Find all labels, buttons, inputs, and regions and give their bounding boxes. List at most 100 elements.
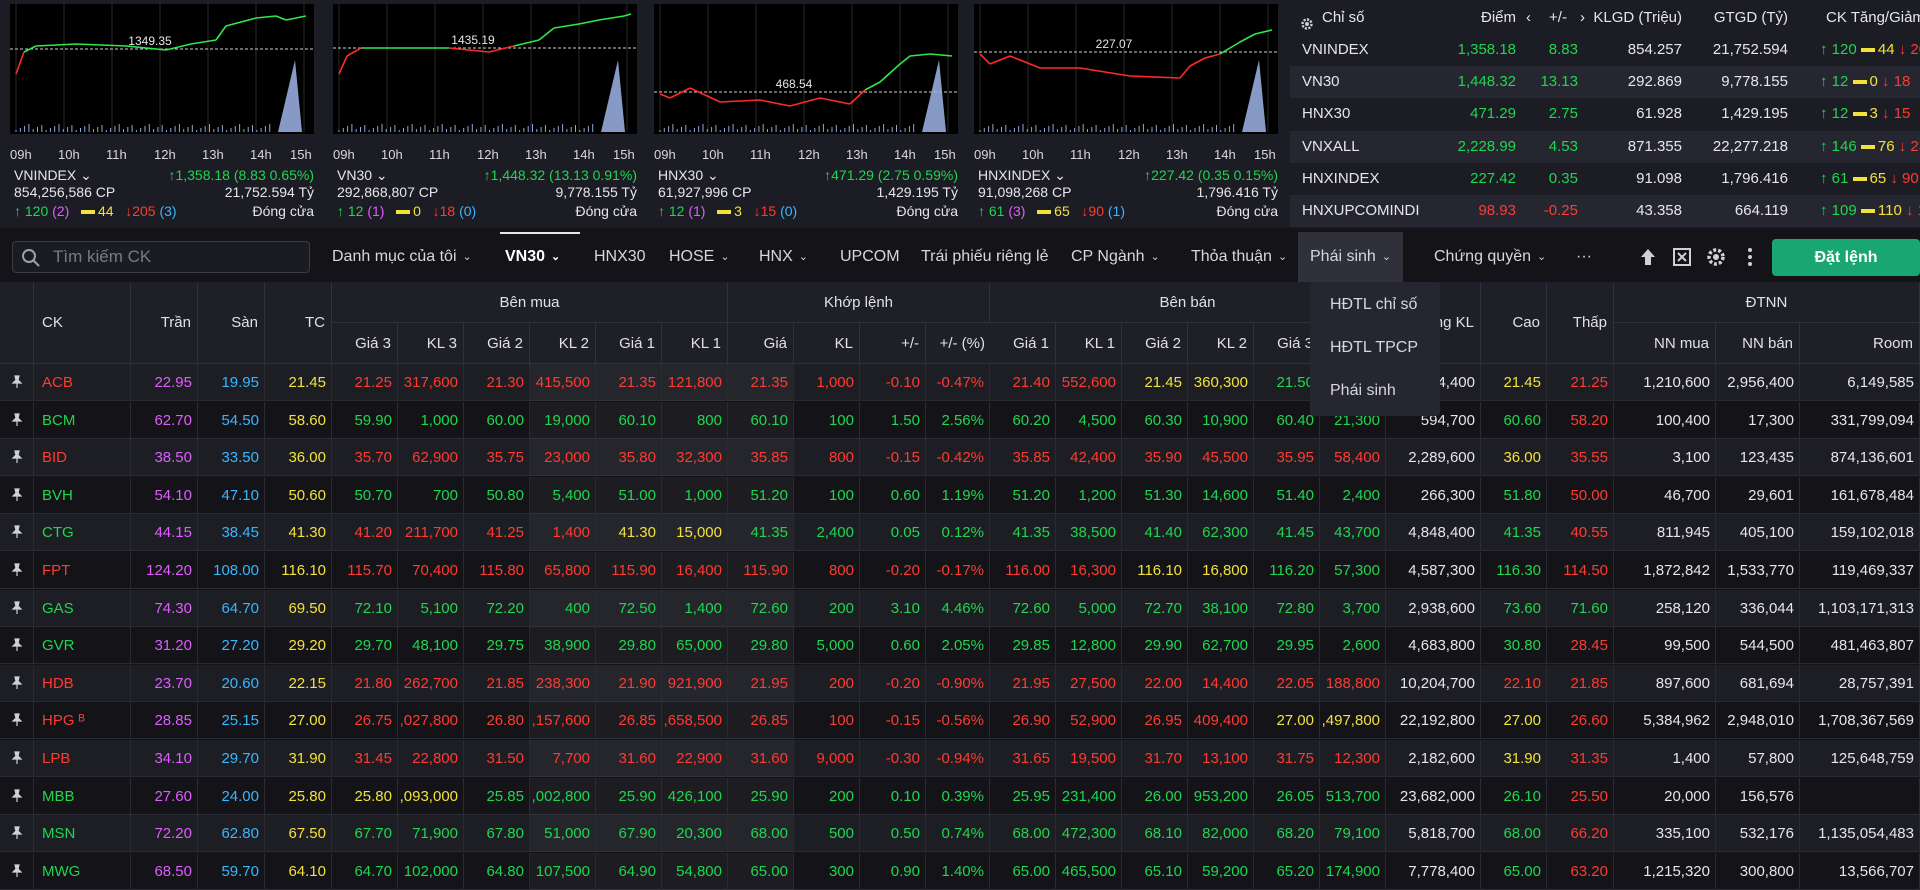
- symbol-cell[interactable]: CTG: [34, 514, 131, 552]
- price-cell: -0.20: [860, 664, 926, 702]
- tab-10[interactable]: Chứng quyền ⌄: [1434, 232, 1546, 282]
- pin-icon[interactable]: [10, 751, 24, 765]
- symbol-cell[interactable]: FPT: [34, 552, 131, 589]
- pin-icon[interactable]: [10, 638, 24, 652]
- index-value: 1,796.416 Tỷ: [1196, 184, 1278, 200]
- pin-cell[interactable]: [0, 740, 34, 777]
- pin-cell[interactable]: [0, 552, 34, 589]
- tab-3[interactable]: HOSE ⌄: [669, 232, 730, 282]
- symbol-cell[interactable]: HPG ᴮ: [34, 702, 131, 740]
- pin-icon[interactable]: [10, 563, 24, 577]
- index-table-row[interactable]: VNXALL 2,228.99 4.53 871.355 22,277.218 ↑ 146…: [1290, 130, 1920, 163]
- index-table-row[interactable]: VNINDEX 1,358.18 8.83 854.257 21,752.594 ↑ 12…: [1290, 34, 1920, 66]
- table-row[interactable]: MWG 68.50 59.70 64.10 64.70 102,000 64.80 107,5…: [0, 852, 1920, 890]
- dropdown-item-derivatives[interactable]: Phái sinh: [1330, 382, 1396, 400]
- table-row[interactable]: LPB 34.10 29.70 31.90 31.45 22,800 31.50 7,700 3…: [0, 740, 1920, 777]
- pin-cell[interactable]: [0, 664, 34, 702]
- symbol-cell[interactable]: BID: [34, 439, 131, 477]
- pin-cell[interactable]: [0, 476, 34, 514]
- symbol-cell[interactable]: HDB: [34, 664, 131, 702]
- table-row[interactable]: ACB 22.95 19.95 21.45 21.25 317,600 21.30 415,5…: [0, 364, 1920, 401]
- tab-7[interactable]: CP Ngành ⌄: [1071, 232, 1160, 282]
- pin-icon[interactable]: [10, 525, 24, 539]
- search-input[interactable]: [53, 246, 293, 268]
- table-row[interactable]: GAS 74.30 64.70 69.50 72.10 5,100 72.20 400 72.5…: [0, 589, 1920, 627]
- dropdown-item-bond-futures[interactable]: HĐTL TPCP: [1330, 339, 1418, 357]
- header-value: GTGD (Tỷ): [1713, 9, 1788, 26]
- pin-cell[interactable]: [0, 777, 34, 815]
- pin-icon[interactable]: [10, 450, 24, 464]
- pin-cell[interactable]: [0, 364, 34, 401]
- symbol-cell[interactable]: BVH: [34, 476, 131, 514]
- pin-cell[interactable]: [0, 815, 34, 853]
- chevron-left-icon[interactable]: ‹: [1526, 2, 1531, 34]
- symbol-cell[interactable]: GVR: [34, 627, 131, 665]
- index-chart-card[interactable]: 1349.35 09h 10h 11h 12h 13h 14h 15h VNINDEX ⌄ ↑1,…: [4, 4, 320, 226]
- table-row[interactable]: MBB 27.60 24.00 25.80 25.80,093,000 25.85,002…: [0, 777, 1920, 815]
- table-row[interactable]: HPG ᴮ 28.85 25.15 27.00 26.75,027,800 26.80,1…: [0, 702, 1920, 740]
- table-row[interactable]: BID 38.50 33.50 36.00 35.70 62,900 35.75 23,000…: [0, 439, 1920, 477]
- index-table-row[interactable]: HNX30 471.29 2.75 61.928 1,429.195 ↑ 12 3 ↓ 1…: [1290, 98, 1920, 130]
- pin-icon[interactable]: [10, 676, 24, 690]
- index-name[interactable]: HNXINDEX ⌄: [978, 167, 1066, 184]
- pin-cell[interactable]: [0, 514, 34, 552]
- tab-8[interactable]: Thỏa thuận ⌄: [1191, 232, 1287, 282]
- arrow-up-icon[interactable]: [1637, 246, 1659, 268]
- index-chart-card[interactable]: 1435.19 09h 10h 11h 12h 13h 14h 15h VN30 ⌄ ↑1,448…: [327, 4, 643, 226]
- table-row[interactable]: MSN 72.20 62.80 67.50 67.70 71,900 67.80 51,000…: [0, 815, 1920, 853]
- tab-2[interactable]: HNX30: [594, 232, 646, 282]
- index-name[interactable]: VNINDEX ⌄: [14, 167, 92, 184]
- pin-icon[interactable]: [10, 826, 24, 840]
- symbol-cell[interactable]: GAS: [34, 589, 131, 627]
- index-chart-card[interactable]: 227.07 09h 10h 11h 12h 13h 14h 15h HNXINDEX ⌄ ↑22…: [968, 4, 1284, 226]
- tab-1[interactable]: VN30 ⌄: [505, 232, 560, 282]
- pin-icon[interactable]: [10, 600, 24, 615]
- index-table-row[interactable]: VN30 1,448.32 13.13 292.869 9,778.155 ↑ 12 0 …: [1290, 66, 1920, 99]
- place-order-button[interactable]: Đặt lệnh: [1772, 239, 1920, 276]
- pin-cell[interactable]: [0, 852, 34, 890]
- table-row[interactable]: HDB 23.70 20.60 22.15 21.80 262,700 21.85 238,3…: [0, 664, 1920, 702]
- price-cell: 35.85: [990, 439, 1056, 477]
- price-cell: 6,149,585: [1800, 364, 1920, 401]
- table-row[interactable]: CTG 44.15 38.45 41.30 41.20 211,700 41.25 1,400…: [0, 514, 1920, 552]
- tab-11[interactable]: ···: [1576, 232, 1592, 282]
- symbol-cell[interactable]: MWG: [34, 852, 131, 890]
- gear-icon[interactable]: [1705, 246, 1727, 268]
- tab-5[interactable]: UPCOM: [840, 232, 900, 282]
- pin-icon[interactable]: [10, 713, 24, 727]
- table-row[interactable]: BVH 54.10 47.10 50.60 50.70 700 50.80 5,400 51.0…: [0, 476, 1920, 514]
- tab-9[interactable]: Phái sinh ⌄: [1298, 232, 1404, 282]
- gear-icon[interactable]: [1300, 11, 1314, 30]
- chevron-right-icon[interactable]: ›: [1580, 2, 1585, 34]
- symbol-cell[interactable]: ACB: [34, 364, 131, 401]
- table-row[interactable]: GVR 31.20 27.20 29.20 29.70 48,100 29.75 38,900…: [0, 627, 1920, 665]
- dropdown-item-index-futures[interactable]: HĐTL chỉ số: [1330, 296, 1417, 314]
- symbol-cell[interactable]: MSN: [34, 815, 131, 853]
- search-box[interactable]: [12, 241, 310, 273]
- pin-cell[interactable]: [0, 401, 34, 439]
- index-name[interactable]: VN30 ⌄: [337, 167, 388, 184]
- pin-icon[interactable]: [10, 412, 24, 427]
- chevron-down-icon: ⌄: [798, 251, 808, 263]
- table-row[interactable]: BCM 62.70 54.50 58.60 59.90 1,000 60.00 19,000 6…: [0, 401, 1920, 439]
- index-table-row[interactable]: HNXINDEX 227.42 0.35 91.098 1,796.416 ↑ 61 65…: [1290, 163, 1920, 195]
- pin-cell[interactable]: [0, 589, 34, 627]
- pin-cell[interactable]: [0, 627, 34, 665]
- tab-6[interactable]: Trái phiếu riêng lẻ: [921, 232, 1048, 282]
- index-chart-card[interactable]: 468.54 09h 10h 11h 12h 13h 14h 15h HNX30 ⌄ ↑471.2…: [648, 4, 964, 226]
- more-vertical-icon[interactable]: [1739, 246, 1761, 268]
- pin-cell[interactable]: [0, 439, 34, 477]
- symbol-cell[interactable]: MBB: [34, 777, 131, 815]
- tab-4[interactable]: HNX ⌄: [759, 232, 808, 282]
- pin-icon[interactable]: [10, 788, 24, 803]
- table-row[interactable]: FPT 124.20 108.00 116.10 115.70 70,400 115.80 6…: [0, 552, 1920, 589]
- excel-icon[interactable]: [1671, 246, 1693, 268]
- index-name[interactable]: HNX30 ⌄: [658, 167, 719, 184]
- pin-cell[interactable]: [0, 702, 34, 740]
- symbol-cell[interactable]: BCM: [34, 401, 131, 439]
- pin-icon[interactable]: [10, 488, 24, 502]
- symbol-cell[interactable]: LPB: [34, 740, 131, 777]
- index-table-row[interactable]: HNXUPCOMINDI 98.93 -0.25 43.358 664.119 ↑ 109…: [1290, 195, 1920, 227]
- tab-0[interactable]: Danh mục của tôi ⌄: [332, 232, 472, 282]
- pin-icon[interactable]: [10, 375, 24, 389]
